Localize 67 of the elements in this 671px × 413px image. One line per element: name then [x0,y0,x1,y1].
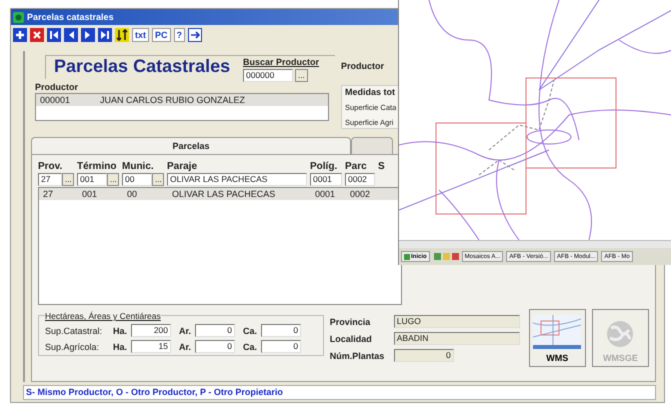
window-title: Parcelas catastrales [27,12,114,22]
input-field[interactable]: 0 [261,324,302,337]
unit-label: Ar. [179,342,192,352]
globe-icon [605,319,636,349]
column-header: Munic. [122,161,155,172]
scroll-bar[interactable] [399,240,671,248]
field-label: Sup.Catastral: [45,326,104,336]
input-field[interactable]: 001 [77,173,107,186]
field-label: Núm.Plantas [330,350,386,360]
field-label: Productor [35,82,80,92]
producer-list[interactable]: 000001 JUAN CARLOS RUBIO GONZALEZ [35,92,329,121]
first-icon[interactable] [47,28,61,42]
app-icon [13,12,24,22]
tab[interactable]: Parcelas [31,137,351,154]
toolbar-button[interactable]: txt [132,28,149,42]
browse-button[interactable]: ... [152,173,164,186]
readonly-field: ABADIN [394,332,520,345]
search-field[interactable]: 000000 [243,69,293,82]
field-label: Sup.Agrícola: [45,342,100,352]
column-header: Prov. [38,161,64,172]
field-label: Buscar Productor [243,57,320,67]
unit-label: Ca. [243,342,258,352]
input-field[interactable]: 200 [131,324,172,337]
input-field[interactable]: 27 [38,173,62,186]
browse-button[interactable]: ... [295,69,308,82]
column-header: Término [77,161,118,172]
unit-label: Ha. [113,326,128,336]
toolbar-button[interactable]: ? [174,28,186,42]
readonly-field: 0 [394,349,454,362]
column-header: Políg. [310,161,338,172]
input-field[interactable]: 15 [131,340,172,353]
column-header: Paraje [167,161,198,172]
next-icon[interactable] [81,28,95,42]
input-field[interactable]: 0 [195,324,236,337]
quick-launch-icons[interactable] [432,252,459,261]
group-title: Medidas tot [345,87,396,97]
group-title: Hectáreas, Áreas y Centiáreas [45,311,161,321]
wms-button[interactable]: WMS [528,309,586,367]
exit-icon[interactable] [188,28,202,42]
delete-icon[interactable] [30,28,44,42]
browse-button[interactable]: ... [62,173,74,186]
input-field[interactable]: 0 [195,340,236,353]
add-icon[interactable] [13,28,27,42]
toolbar-button[interactable]: PC [152,28,171,42]
status-text: S- Mismo Productor, O - Otro Productor, P - Otro Propietario [23,385,656,400]
field-label: Localidad [330,334,373,344]
map-thumbnail-icon [533,315,582,349]
browse-button[interactable]: ... [107,173,119,186]
swap-arrows-icon[interactable] [115,28,129,42]
input-field[interactable]: 0001 [310,173,342,186]
readonly-field: LUGO [394,315,520,328]
unit-label: Ca. [243,326,258,336]
input-field[interactable]: OLIVAR LAS PACHECAS [167,173,307,186]
windows-logo-icon [404,254,410,260]
unit-label: Ar. [179,326,192,336]
column-header: Parc [345,161,368,172]
input-field[interactable]: 0 [261,340,302,353]
previous-icon[interactable] [64,28,78,42]
field-label: Productor [341,61,386,71]
column-header: S [378,161,386,172]
unit-label: Ha. [113,342,128,352]
last-icon[interactable] [98,28,112,42]
input-field[interactable]: 00 [122,173,152,186]
input-field[interactable]: 0002 [345,173,375,186]
field-label: Provincia [330,316,372,326]
list-row[interactable]: 000001 JUAN CARLOS RUBIO GONZALEZ [36,94,328,106]
grid-row[interactable]: 27 001 00 OLIVAR LAS PACHECAS 0001 0002 [39,188,401,200]
